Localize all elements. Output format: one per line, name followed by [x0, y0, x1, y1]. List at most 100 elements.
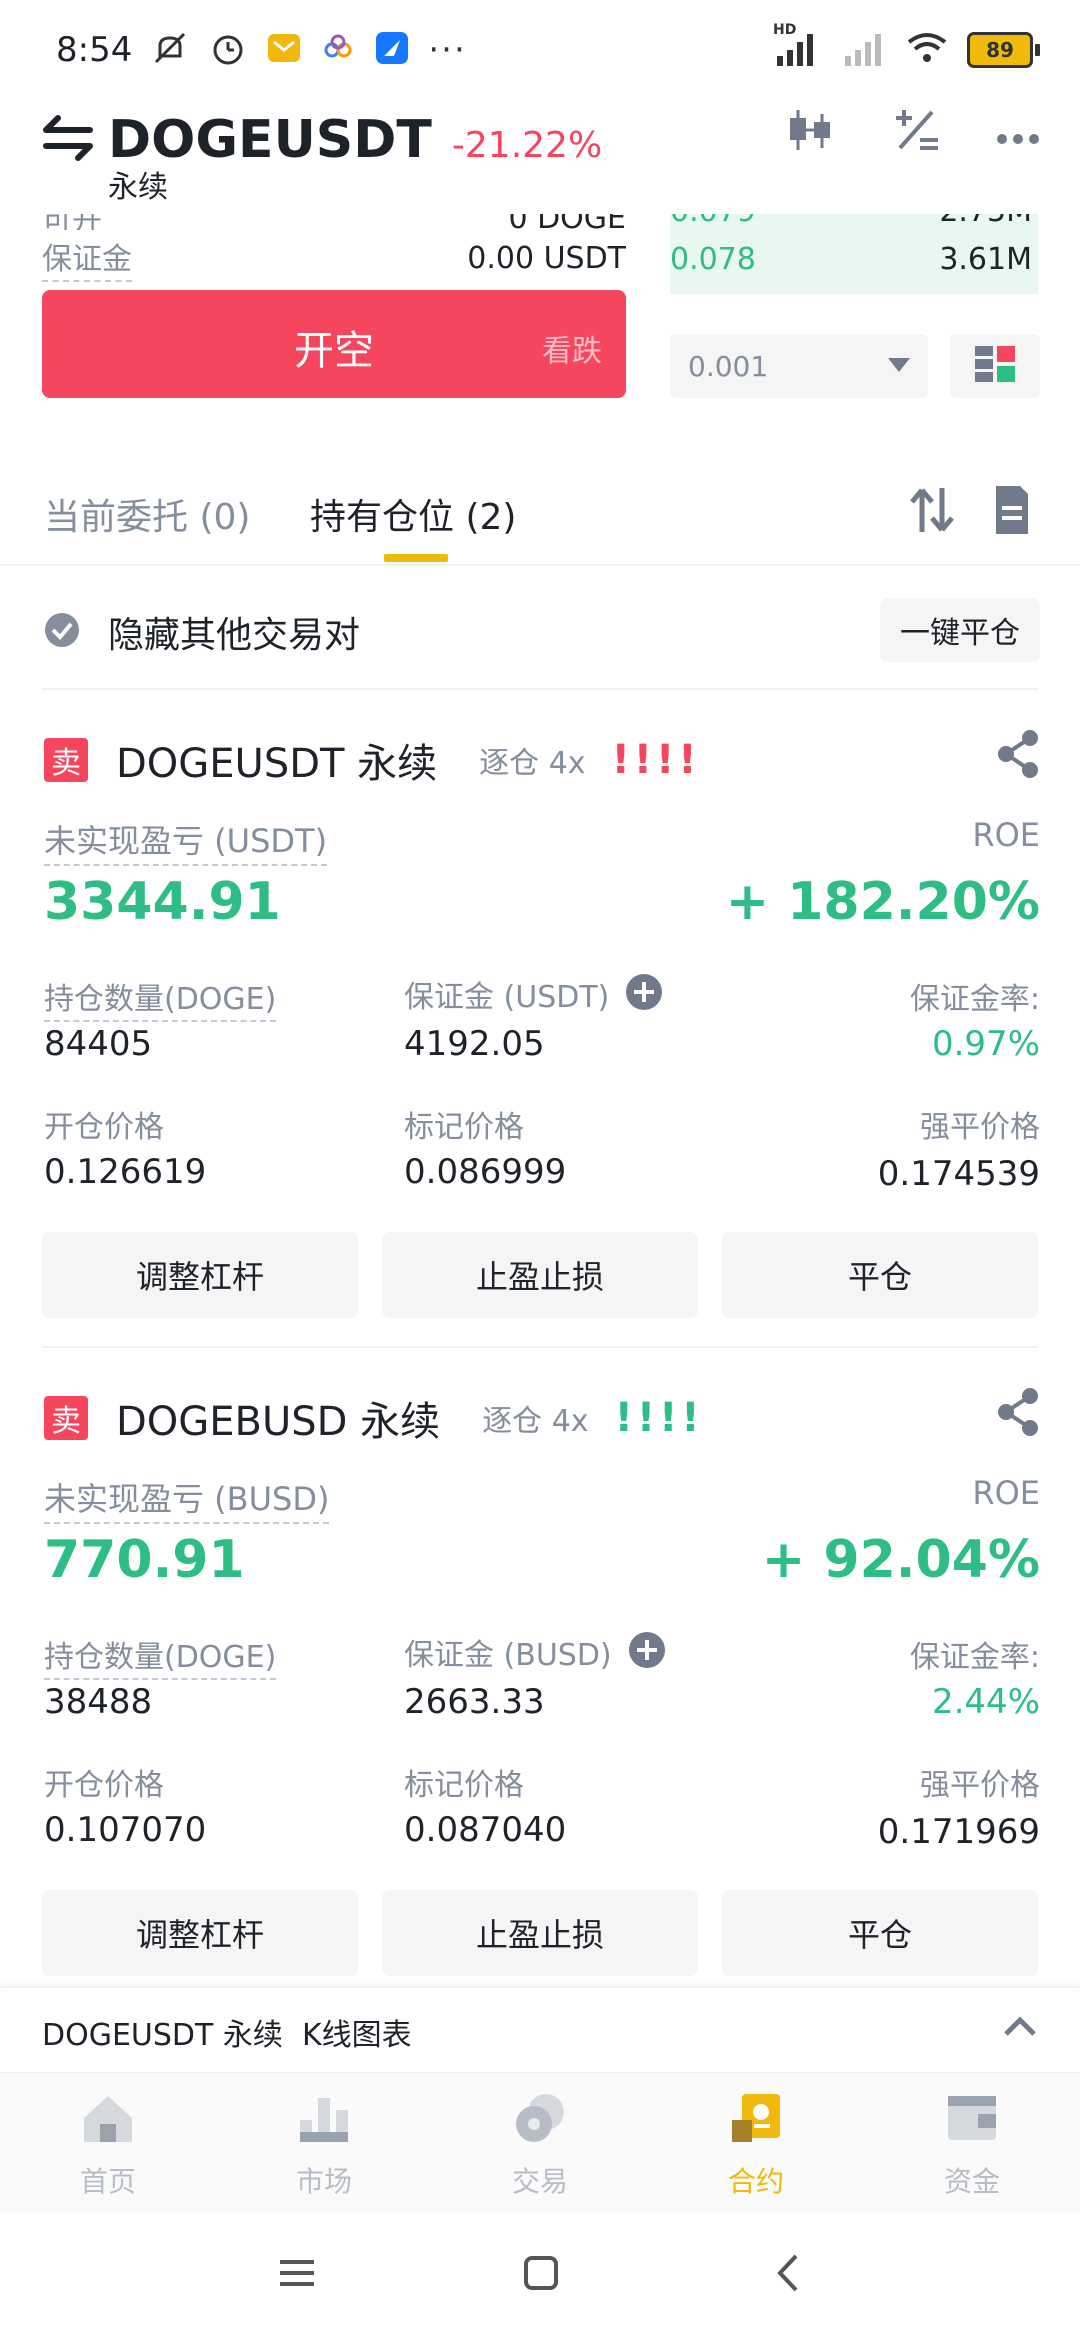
nav-wallet-label: 资金 [943, 2165, 1000, 2198]
unrealized-pnl-value: 770.91 [44, 1530, 245, 1590]
precision-select[interactable]: 0.001 [670, 334, 928, 398]
entry-price-value: 0.126619 [44, 1152, 207, 1192]
precision-value: 0.001 [688, 349, 769, 383]
liq-price-label: 强平价格 [920, 1110, 1040, 1145]
risk-indicator: !!!! [614, 1395, 704, 1441]
mark-price-value: 0.086999 [404, 1152, 567, 1192]
tp-sl-button[interactable]: 止盈止损 [382, 1890, 698, 1976]
status-bar-right: HD 89 [773, 22, 1040, 78]
perpetual-label: 永续 [108, 170, 168, 205]
trade-icon [512, 2090, 568, 2150]
side-tag: 卖 [44, 738, 88, 782]
available-value: 0 DOGE [508, 214, 626, 230]
candlestick-chart-icon[interactable] [784, 104, 836, 160]
divider [42, 688, 1038, 690]
nav-home[interactable]: 首页 [48, 2090, 168, 2200]
roe-label: ROE [972, 1474, 1040, 1512]
wifi-icon [905, 28, 949, 72]
status-time: 8:54 [56, 30, 133, 70]
roe-label: ROE [972, 816, 1040, 854]
position-header: 卖 DOGEUSDT 永续 逐仓 4x !!!! [44, 730, 701, 790]
nav-wallet[interactable]: 资金 [912, 2090, 1032, 2200]
close-position-button[interactable]: 平仓 [722, 1232, 1038, 1318]
battery-level: 89 [967, 32, 1033, 68]
mark-price-value: 0.087040 [404, 1810, 567, 1850]
nav-trade[interactable]: 交易 [480, 2090, 600, 2200]
position-size-value: 84405 [44, 1024, 153, 1064]
partial-row: 可开 0 DOGE [42, 214, 626, 230]
open-short-button[interactable]: 开空 看跌 [42, 290, 626, 398]
entry-price-value: 0.107070 [44, 1810, 207, 1850]
signal-2-icon [841, 28, 887, 72]
position-size-label: 持仓数量(DOGE) [44, 1632, 277, 1680]
orderbook-row[interactable]: 0.078 3.61M [670, 234, 1038, 284]
more-notifications-icon: ··· [428, 30, 467, 70]
liq-price-value: 0.174539 [877, 1154, 1040, 1194]
sort-icon[interactable] [910, 484, 954, 540]
close-position-button[interactable]: 平仓 [722, 1890, 1038, 1976]
unrealized-pnl-value: 3344.91 [44, 872, 281, 932]
status-bar-left: 8:54 ··· [56, 22, 467, 78]
position-card: 卖 DOGEUSDT 永续 逐仓 4x !!!! 未实现盈亏 (USDT) RO… [0, 720, 1080, 1340]
adjust-leverage-button[interactable]: 调整杠杆 [42, 1890, 358, 1976]
orderbook-row[interactable]: 0.079 2.75M [670, 214, 1038, 234]
share-icon[interactable] [996, 730, 1040, 782]
margin-ratio-value: 0.97% [931, 1024, 1040, 1064]
menu-icon[interactable] [280, 2258, 314, 2292]
position-symbol: DOGEBUSD 永续 [116, 1399, 441, 1445]
active-tab-indicator [384, 554, 448, 562]
position-margin-value: 2663.33 [404, 1682, 545, 1722]
orderbook-layout-button[interactable] [950, 334, 1040, 398]
home-button-icon[interactable] [524, 2256, 558, 2294]
tab-open-orders[interactable]: 当前委托 (0) [44, 488, 250, 540]
margin-ratio-value: 2.44% [931, 1682, 1040, 1722]
orderbook-amount: 2.75M [939, 214, 1032, 229]
nav-trade-label: 交易 [511, 2165, 568, 2198]
position-size-label: 持仓数量(DOGE) [44, 974, 277, 1022]
add-margin-icon[interactable] [628, 1631, 666, 1673]
more-icon[interactable] [996, 109, 1040, 155]
check-circle-icon [44, 612, 80, 652]
margin-value: 0.00 USDT [467, 240, 626, 276]
kline-bar-label: DOGEUSDT 永续 K线图表 [42, 2018, 412, 2053]
position-symbol: DOGEUSDT 永续 [116, 741, 438, 787]
margin-mode[interactable]: 逐仓 4x [479, 738, 585, 782]
chevron-up-icon[interactable] [1004, 2016, 1036, 2040]
available-label: 可开 [42, 214, 102, 230]
calculator-icon[interactable] [892, 106, 940, 158]
tab-open-orders-label: 当前委托 (0) [44, 497, 251, 538]
tab-positions[interactable]: 持有仓位 (2) [310, 488, 516, 540]
adjust-leverage-button[interactable]: 调整杠杆 [42, 1232, 358, 1318]
risk-indicator: !!!! [611, 737, 701, 783]
markets-icon [296, 2090, 352, 2150]
hide-others-toggle[interactable]: 隐藏其他交易对 [44, 596, 360, 668]
mail-app-icon [266, 30, 302, 70]
margin-mode[interactable]: 逐仓 4x [482, 1396, 588, 1440]
nav-futures[interactable]: 合约 [696, 2090, 816, 2200]
back-icon[interactable] [776, 2254, 800, 2296]
roe-value: + 182.20% [725, 872, 1040, 932]
header-actions [784, 104, 1040, 160]
symbol-title[interactable]: DOGEUSDT [108, 110, 432, 170]
tp-sl-button[interactable]: 止盈止损 [382, 1232, 698, 1318]
position-header: 卖 DOGEBUSD 永续 逐仓 4x !!!! [44, 1388, 704, 1448]
position-card: 卖 DOGEBUSD 永续 逐仓 4x !!!! 未实现盈亏 (BUSD) RO… [0, 1378, 1080, 1998]
mark-price-label: 标记价格 [404, 1110, 524, 1145]
orderbook-amount: 3.61M [939, 241, 1032, 277]
position-margin-label: 保证金 (BUSD) [404, 1638, 612, 1673]
side-tag: 卖 [44, 1396, 88, 1440]
share-icon[interactable] [996, 1388, 1040, 1440]
wallet-icon [944, 2090, 1000, 2150]
chevron-down-icon [888, 357, 910, 376]
nav-markets[interactable]: 市场 [264, 2090, 384, 2200]
margin-label: 保证金 [42, 234, 132, 282]
document-icon[interactable] [992, 486, 1032, 538]
add-margin-icon[interactable] [625, 973, 663, 1015]
close-all-button[interactable]: 一键平仓 [880, 598, 1040, 662]
unrealized-pnl-label: 未实现盈亏 (BUSD) [44, 1474, 330, 1524]
nav-futures-label: 合约 [727, 2165, 784, 2198]
swap-icon[interactable] [40, 110, 96, 170]
kline-bar[interactable]: DOGEUSDT 永续 K线图表 [0, 1986, 1080, 2072]
orderbook-layout-icon [975, 346, 1015, 386]
alarm-icon [208, 28, 248, 72]
